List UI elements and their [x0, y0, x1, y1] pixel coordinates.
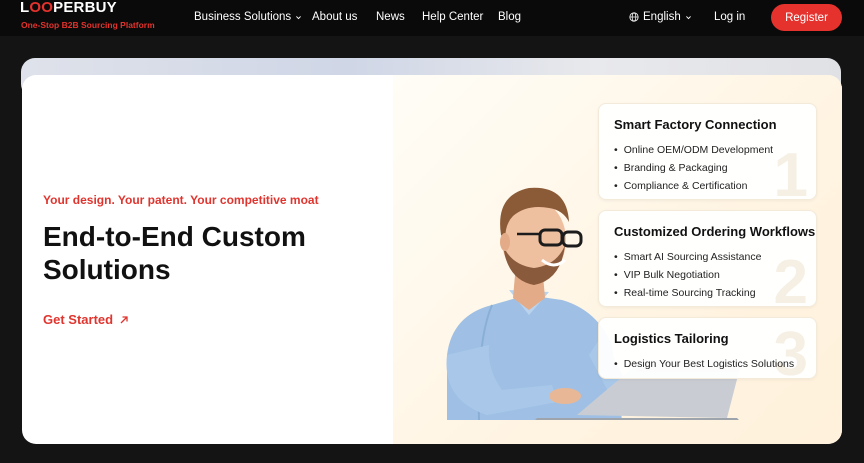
feature-title: Smart Factory Connection	[614, 117, 777, 132]
globe-icon	[629, 12, 639, 22]
arrow-up-right-icon	[120, 315, 128, 323]
get-started-link[interactable]: Get Started	[43, 312, 129, 327]
feature-list: Smart AI Sourcing Assistance VIP Bulk Ne…	[614, 248, 762, 302]
nav-business-solutions[interactable]: Business Solutions	[194, 10, 302, 24]
hero-headline: End-to-End Custom Solutions	[43, 221, 306, 285]
feature-title: Customized Ordering Workflows	[614, 224, 816, 239]
feature-title: Logistics Tailoring	[614, 331, 729, 346]
feature-item: Branding & Packaging	[614, 159, 773, 177]
feature-card-smart-factory[interactable]: 1 Smart Factory Connection Online OEM/OD…	[598, 103, 817, 200]
nav-business-solutions-label: Business Solutions	[194, 11, 292, 23]
feature-card-ordering-workflows[interactable]: 2 Customized Ordering Workflows Smart AI…	[598, 210, 817, 307]
nav-help-center[interactable]: Help Center	[422, 10, 483, 24]
feature-item: VIP Bulk Negotiation	[614, 266, 761, 284]
hero-eyebrow: Your design. Your patent. Your competiti…	[43, 193, 319, 207]
nav-blog[interactable]: Blog	[498, 10, 521, 24]
feature-item: Design Your Best Logistics Solutions	[614, 355, 794, 373]
feature-number: 2	[773, 248, 808, 307]
brand-wordmark: LOOPERBUY	[20, 0, 117, 16]
chevron-down-icon	[296, 15, 302, 19]
top-nav: LOOPERBUY One-Stop B2B Sourcing Platform…	[0, 0, 864, 36]
nav-news[interactable]: News	[376, 10, 405, 24]
language-label: English	[643, 11, 681, 23]
feature-number: 1	[773, 141, 808, 200]
brand-tagline: One-Stop B2B Sourcing Platform	[21, 20, 155, 30]
chevron-down-icon	[685, 15, 691, 19]
hero-card: Your design. Your patent. Your competiti…	[22, 75, 842, 444]
feature-list: Design Your Best Logistics Solutions	[614, 355, 794, 373]
nav-about-us[interactable]: About us	[312, 10, 357, 24]
get-started-label: Get Started	[43, 312, 114, 327]
feature-card-logistics[interactable]: 3 Logistics Tailoring Design Your Best L…	[598, 317, 817, 379]
language-selector[interactable]: English	[629, 10, 692, 24]
feature-item: Compliance & Certification	[614, 177, 773, 195]
feature-item: Real-time Sourcing Tracking	[614, 284, 761, 302]
feature-item: Online OEM/ODM Development	[614, 141, 773, 159]
feature-item: Smart AI Sourcing Assistance	[614, 248, 762, 266]
login-link[interactable]: Log in	[714, 10, 745, 24]
feature-list: Online OEM/ODM Development Branding & Pa…	[614, 141, 773, 195]
register-button[interactable]: Register	[771, 4, 842, 31]
